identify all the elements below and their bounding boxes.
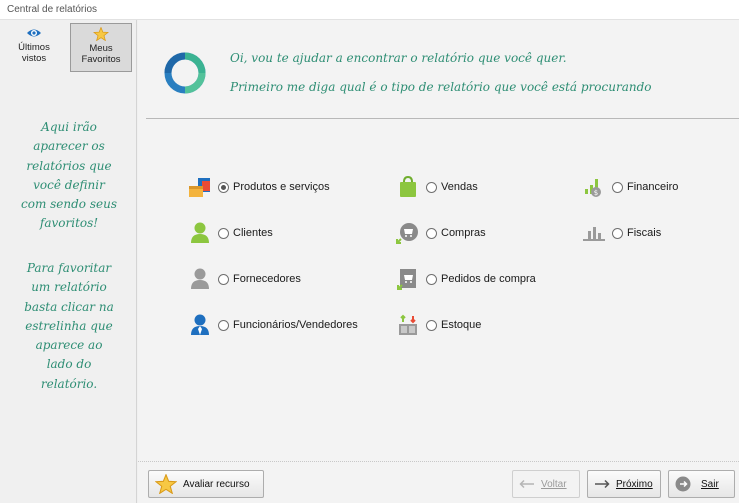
arrow-right-icon: [595, 479, 610, 489]
radio-products-services[interactable]: [218, 181, 229, 193]
option-label: Fornecedores: [233, 273, 301, 285]
finance-icon: $: [585, 179, 601, 197]
option-label: Pedidos de compra: [441, 273, 536, 285]
star-icon: [93, 27, 109, 41]
option-label: Produtos e serviços: [233, 181, 330, 193]
rate-feature-button[interactable]: Avaliar recurso: [148, 470, 264, 498]
option-label: Compras: [441, 227, 486, 239]
purchase-order-icon: [397, 269, 416, 290]
window-title: Central de relatórios: [7, 4, 98, 15]
option-products-services[interactable]: Produtos e serviços: [188, 176, 330, 198]
option-label: Financeiro: [627, 181, 679, 193]
supplier-icon: [191, 268, 209, 289]
purchase-icon: [396, 223, 418, 244]
radio-purchases[interactable]: [426, 227, 437, 239]
option-purchase-orders[interactable]: Pedidos de compra: [396, 268, 536, 290]
option-label: Clientes: [233, 227, 273, 239]
radio-sales[interactable]: [426, 181, 437, 193]
sidebar: Últimos vistos Meus Favoritos Aqui irão …: [0, 20, 137, 503]
stock-icon: [399, 314, 417, 335]
help-line: lado do: [46, 357, 92, 372]
option-purchases[interactable]: Compras: [396, 222, 486, 244]
option-stock[interactable]: Estoque: [396, 314, 481, 336]
arrow-left-icon: [519, 479, 534, 489]
exit-label: Sair: [701, 478, 719, 490]
option-financial[interactable]: $ Financeiro: [582, 176, 678, 198]
help-line: Aqui irão: [41, 120, 97, 134]
help-line: um relatório: [31, 280, 107, 295]
tab-my-favorites-line2: Favoritos: [81, 54, 121, 65]
star-icon: [155, 474, 177, 494]
eye-icon: [27, 29, 41, 37]
tab-my-favorites-line1: Meus: [89, 43, 113, 54]
radio-stock[interactable]: [426, 319, 437, 331]
employee-icon: [191, 314, 209, 335]
rate-feature-label: Avaliar recurso: [183, 478, 250, 490]
radio-suppliers[interactable]: [218, 273, 229, 285]
help-line: estrelinha que: [25, 318, 113, 333]
client-icon: [191, 222, 209, 243]
option-sales[interactable]: Vendas: [396, 176, 478, 198]
next-button[interactable]: Próximo: [587, 470, 661, 498]
back-button[interactable]: Voltar: [512, 470, 580, 498]
radio-financial[interactable]: [612, 181, 623, 193]
greeting-line: Oi, vou te ajudar a encontrar o relatóri…: [230, 51, 567, 65]
help-line: aparecer os: [33, 139, 105, 154]
next-label: Próximo: [616, 478, 653, 490]
exit-icon: [675, 476, 691, 492]
svg-text:$: $: [594, 189, 598, 197]
help-line: favoritos!: [39, 216, 99, 231]
radio-purchase-orders[interactable]: [426, 273, 437, 285]
help-line: você definir: [33, 177, 105, 192]
option-clients[interactable]: Clientes: [188, 222, 273, 244]
option-label: Estoque: [441, 319, 482, 331]
main-panel: Oi, vou te ajudar a encontrar o relatóri…: [138, 20, 739, 503]
option-fiscal[interactable]: Fiscais: [582, 222, 661, 244]
exit-button[interactable]: Sair: [668, 470, 735, 498]
tab-last-viewed-line1: Últimos: [18, 42, 50, 53]
favorites-howto-text: Para favoritar um relatório basta clicar…: [8, 259, 130, 394]
title-bar: Central de relatórios: [0, 0, 739, 20]
header-divider: [146, 118, 739, 119]
tab-last-viewed[interactable]: Últimos vistos: [3, 23, 65, 72]
help-line: com sendo seus: [21, 197, 117, 212]
radio-employees-sellers[interactable]: [218, 319, 229, 331]
fiscal-icon: [583, 227, 605, 241]
help-line: Para favoritar: [26, 261, 112, 275]
help-line: basta clicar na: [24, 299, 114, 314]
tab-my-favorites[interactable]: Meus Favoritos: [70, 23, 132, 72]
radio-clients[interactable]: [218, 227, 229, 239]
option-employees-sellers[interactable]: Funcionários/Vendedores: [188, 314, 358, 336]
help-line: relatório.: [40, 376, 98, 391]
shopping-bag-icon: [400, 176, 416, 197]
option-suppliers[interactable]: Fornecedores: [188, 268, 301, 290]
option-label: Vendas: [441, 181, 478, 193]
products-icon: [189, 178, 210, 197]
radio-fiscal[interactable]: [612, 227, 623, 239]
help-line: relatórios que: [26, 158, 112, 173]
favorites-help-text: Aqui irão aparecer os relatórios que voc…: [8, 118, 130, 234]
tab-last-viewed-line2: vistos: [21, 53, 47, 64]
back-label: Voltar: [541, 478, 567, 490]
option-label: Funcionários/Vendedores: [233, 319, 358, 331]
help-line: aparece ao: [35, 338, 103, 353]
footer-divider: [138, 461, 739, 462]
instruction-line: Primeiro me diga qual é o tipo de relató…: [230, 80, 652, 94]
assistant-logo-icon: [164, 52, 206, 94]
option-label: Fiscais: [627, 227, 662, 239]
